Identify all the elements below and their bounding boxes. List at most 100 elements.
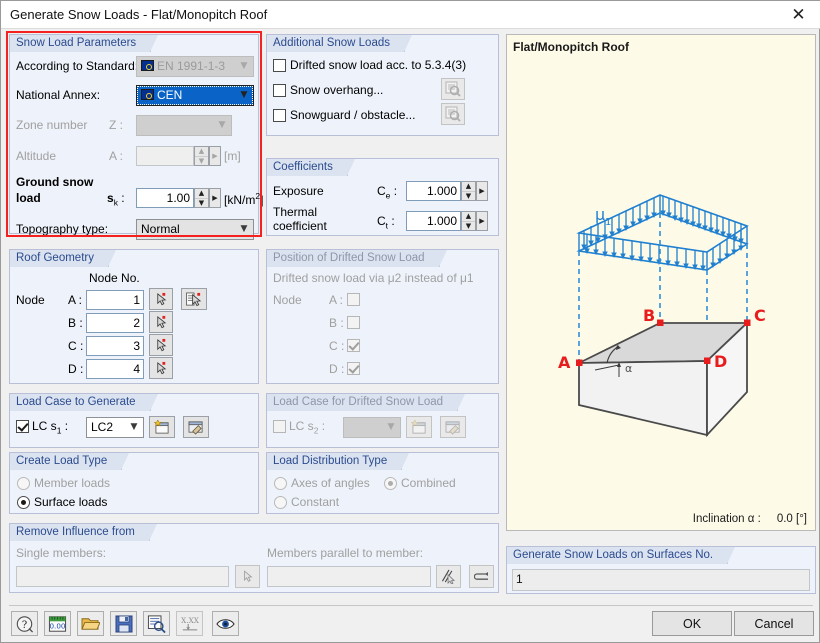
- generate-surfaces-input[interactable]: 1: [512, 569, 810, 591]
- spin-up-icon: ▲: [195, 147, 208, 157]
- group-title: Snow Load Parameters: [10, 35, 159, 52]
- surface-loads-radio[interactable]: [17, 496, 30, 509]
- thermal-coefficient-input[interactable]: 1.000: [406, 211, 461, 231]
- axes-of-angles-radio[interactable]: [274, 477, 287, 490]
- load-case-value: LC2: [91, 420, 114, 434]
- standard-value: EN 1991-1-3: [157, 59, 226, 73]
- drifted-node-b-checkbox[interactable]: [347, 316, 360, 329]
- svg-text:X.XX: X.XX: [181, 616, 200, 625]
- edit-drifted-load-case-button[interactable]: [440, 416, 466, 438]
- altitude-extra-button[interactable]: ▶: [209, 146, 221, 166]
- position-drifted-snow-group: Position of Drifted Snow Load Drifted sn…: [266, 249, 499, 384]
- chevron-down-icon: ▼: [387, 422, 395, 432]
- topography-combobox[interactable]: Normal ▼: [136, 219, 254, 240]
- node-b-input[interactable]: 2: [86, 313, 144, 333]
- load-case-drifted-combobox[interactable]: ▼: [343, 417, 401, 438]
- pick-node-icon: [156, 338, 166, 351]
- drifted-node-d-checkbox[interactable]: [347, 362, 360, 375]
- ground-snow-spinner[interactable]: ▲ ▼: [194, 188, 209, 208]
- load-case-drifted-group: Load Case for Drifted Snow Load LC s2 : …: [266, 393, 499, 448]
- node-d-pick-button[interactable]: [149, 357, 173, 379]
- drifted-node-c-checkbox[interactable]: [347, 339, 360, 352]
- ground-snow-extra-button[interactable]: ▶: [209, 188, 221, 208]
- new-drifted-load-case-button[interactable]: [406, 416, 432, 438]
- roof-diagram: μ 1 α A B C D: [558, 194, 766, 438]
- load-case-combobox[interactable]: LC2 ▼: [86, 417, 144, 438]
- visibility-button[interactable]: [212, 611, 239, 636]
- spin-down-icon: ▼: [465, 191, 472, 200]
- drifted-node-d-label: D :: [329, 362, 345, 376]
- single-members-pick-button[interactable]: [235, 565, 260, 588]
- generate-surfaces-group: Generate Snow Loads on Surfaces No. 1: [506, 546, 816, 594]
- node-d-input[interactable]: 4: [86, 359, 144, 379]
- inclination-label: Inclination: [692, 513, 745, 525]
- inclination-value: 0.0 [°]: [776, 513, 807, 525]
- drifted-snow-checkbox[interactable]: [273, 59, 286, 72]
- node-a-pick-button[interactable]: [149, 288, 173, 310]
- ok-button[interactable]: OK: [652, 611, 732, 636]
- single-members-input[interactable]: [16, 566, 229, 587]
- new-load-case-icon: [153, 419, 169, 434]
- help-button[interactable]: ?: [11, 611, 38, 636]
- exposure-spinner[interactable]: ▲ ▼: [461, 181, 476, 201]
- chevron-down-icon: ▼: [130, 422, 138, 432]
- save-button[interactable]: [110, 611, 137, 636]
- edit-load-case-icon: [445, 420, 460, 435]
- thermal-spinner[interactable]: ▲ ▼: [461, 211, 476, 231]
- node-b-pick-button[interactable]: [149, 311, 173, 333]
- topography-label: Topography type:: [16, 222, 109, 236]
- load-case-drifted-label: LC s2 :: [289, 419, 326, 436]
- drifted-snow-label: Drifted snow load acc. to 5.3.4(3): [290, 58, 467, 72]
- node-a-input[interactable]: 1: [86, 290, 144, 310]
- parallel-members-input[interactable]: [267, 566, 431, 587]
- load-case-drifted-checkbox[interactable]: [273, 420, 286, 433]
- node-b-label: B :: [68, 316, 83, 330]
- set-variable-button[interactable]: X.XX: [176, 611, 203, 636]
- inclination-readout: Inclination α : 0.0 [°]: [693, 513, 807, 525]
- node-a-select-list-button[interactable]: [181, 288, 207, 310]
- open-button[interactable]: [77, 611, 104, 636]
- edit-load-case-button[interactable]: [183, 416, 209, 438]
- snow-overhang-checkbox[interactable]: [273, 84, 286, 97]
- new-load-case-button[interactable]: [149, 416, 175, 438]
- node-c-pick-button[interactable]: [149, 334, 173, 356]
- load-case-generate-checkbox[interactable]: [16, 420, 29, 433]
- exposure-extra-button[interactable]: ▶: [476, 181, 488, 201]
- exposure-coefficient-input[interactable]: 1.000: [406, 181, 461, 201]
- chevron-down-icon: ▼: [240, 224, 248, 234]
- group-title: Generate Snow Loads on Surfaces No.: [507, 547, 736, 564]
- combined-label: Combined: [401, 476, 456, 490]
- combined-radio[interactable]: [384, 477, 397, 490]
- snowguard-checkbox[interactable]: [273, 109, 286, 122]
- footer-separator: [9, 605, 813, 606]
- parallel-members-arrow-button[interactable]: [469, 565, 494, 588]
- altitude-input[interactable]: [136, 146, 194, 166]
- coefficients-group: Coefficients Exposure Ce : 1.000 ▲ ▼ ▶ Th…: [266, 158, 499, 236]
- spin-down-icon: ▼: [465, 221, 472, 230]
- details-button[interactable]: [143, 611, 170, 636]
- national-annex-label: National Annex:: [16, 88, 101, 102]
- eu-flag-icon: [141, 60, 154, 71]
- cancel-button[interactable]: Cancel: [734, 611, 814, 636]
- roof-geometry-group: Roof Geometry Node No. Node A : 1 B: 2 …: [9, 249, 259, 384]
- constant-radio[interactable]: [274, 496, 287, 509]
- standard-label: According to Standard:: [16, 59, 139, 73]
- snow-overhang-label: Snow overhang...: [290, 83, 384, 97]
- thermal-extra-button[interactable]: ▶: [476, 211, 488, 231]
- zone-number-combobox: ▼: [136, 115, 232, 136]
- close-icon[interactable]: ✕: [776, 1, 820, 28]
- remove-influence-group: Remove Influence from Single members: Me…: [9, 523, 499, 593]
- member-loads-radio[interactable]: [17, 477, 30, 490]
- pick-node-icon: [156, 315, 166, 328]
- parallel-members-label: Members parallel to member:: [267, 546, 424, 560]
- national-annex-combobox[interactable]: CEN ▼: [136, 85, 254, 106]
- standard-combobox[interactable]: EN 1991-1-3 ▼: [136, 56, 254, 77]
- drifted-node-a-checkbox[interactable]: [347, 293, 360, 306]
- altitude-spinner[interactable]: ▲ ▼: [194, 146, 209, 166]
- snowguard-details-button[interactable]: [441, 103, 465, 125]
- units-button[interactable]: 0.00: [44, 611, 71, 636]
- ground-snow-load-input[interactable]: 1.00: [136, 188, 194, 208]
- snow-overhang-details-button[interactable]: [441, 78, 465, 100]
- node-c-input[interactable]: 3: [86, 336, 144, 356]
- parallel-members-pick-button[interactable]: [436, 565, 461, 588]
